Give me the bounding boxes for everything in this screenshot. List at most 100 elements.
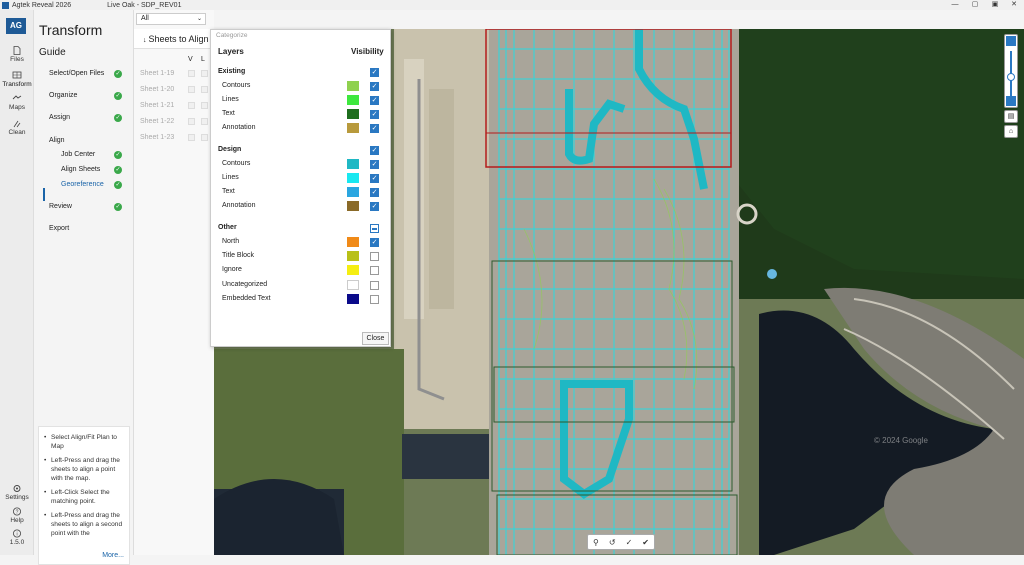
layer-label: Annotation <box>222 202 256 209</box>
rail-item-transform[interactable]: Transform <box>0 71 34 88</box>
color-swatch[interactable] <box>347 237 359 247</box>
sheet-name: Sheet 1-20 <box>140 86 175 93</box>
color-swatch[interactable] <box>347 159 359 169</box>
pin-icon[interactable]: ⚲ <box>593 538 599 547</box>
page-title: Transform <box>39 22 103 38</box>
list-icon[interactable] <box>1006 96 1016 106</box>
rail-item-settings[interactable]: Settings <box>0 484 34 501</box>
lock-checkbox[interactable] <box>201 134 208 141</box>
rail-item-files[interactable]: Files <box>0 46 34 63</box>
home-icon[interactable]: ⌂ <box>1004 125 1018 138</box>
rail-item-version[interactable]: i 1.5.0 <box>0 529 34 546</box>
group-design-checkbox[interactable]: ✓ <box>370 146 379 155</box>
visibility-checkbox[interactable]: ✓ <box>370 160 379 169</box>
group-other-checkbox[interactable] <box>370 224 379 233</box>
agtek-logo: AG <box>6 18 26 34</box>
color-swatch[interactable] <box>347 109 359 119</box>
maximize-button[interactable]: ▣ <box>986 0 1004 10</box>
layers-icon[interactable] <box>1006 36 1016 46</box>
step-select-open-files[interactable]: Select/Open Files <box>49 70 104 77</box>
zoom-control[interactable] <box>1004 34 1018 108</box>
layer-label: Lines <box>222 174 239 181</box>
color-swatch[interactable] <box>347 265 359 275</box>
visibility-checkbox[interactable]: ✓ <box>370 96 379 105</box>
layer-label: Title Block <box>222 252 255 259</box>
visible-checkbox[interactable] <box>188 118 195 125</box>
visible-checkbox[interactable] <box>188 102 195 109</box>
close-window-button[interactable]: ✕ <box>1005 0 1023 10</box>
color-swatch[interactable] <box>347 280 359 290</box>
confirm-all-icon[interactable]: ✔ <box>642 538 649 547</box>
step-job-center[interactable]: Job Center <box>61 151 95 158</box>
step-organize[interactable]: Organize <box>49 92 77 99</box>
rail-item-label: Transform <box>2 81 32 88</box>
restore-button[interactable]: ▢ <box>966 0 984 10</box>
lock-checkbox[interactable] <box>201 118 208 125</box>
visibility-checkbox[interactable]: ✓ <box>370 174 379 183</box>
visibility-checkbox[interactable]: ✓ <box>370 124 379 133</box>
page-icon[interactable]: ▤ <box>1004 110 1018 123</box>
sheet-row[interactable]: Sheet 1-20 <box>134 83 214 96</box>
minimize-button[interactable]: — <box>946 0 964 10</box>
step-review[interactable]: Review <box>49 203 72 210</box>
color-swatch[interactable] <box>347 123 359 133</box>
lock-checkbox[interactable] <box>201 102 208 109</box>
layers-column-header: Layers <box>218 47 244 56</box>
color-swatch[interactable] <box>347 187 359 197</box>
visibility-checkbox[interactable] <box>370 266 379 275</box>
visibility-checkbox[interactable]: ✓ <box>370 82 379 91</box>
info-icon: i <box>13 529 21 538</box>
color-swatch[interactable] <box>347 294 359 304</box>
undo-icon[interactable]: ↺ <box>609 538 616 547</box>
align-toolbar: ⚲ ↺ ✓ ✔ <box>587 534 655 550</box>
step-align-sheets[interactable]: Align Sheets <box>61 166 100 173</box>
filter-value: All <box>141 15 149 22</box>
visibility-checkbox[interactable]: ✓ <box>370 188 379 197</box>
sheet-filter-select[interactable]: All ⌄ <box>136 13 206 25</box>
color-swatch[interactable] <box>347 201 359 211</box>
sheet-row[interactable]: Sheet 1-19 <box>134 67 214 80</box>
confirm-icon[interactable]: ✓ <box>626 538 633 547</box>
nav-rail: AG Files Transform Maps Clean Settings ?… <box>0 10 34 555</box>
tip-item: • Left-Press and drag the sheets to align… <box>44 511 125 538</box>
rail-item-maps[interactable]: Maps <box>0 94 34 111</box>
color-swatch[interactable] <box>347 95 359 105</box>
layer-label: Lines <box>222 96 239 103</box>
column-locked: L <box>201 56 205 63</box>
layer-label: North <box>222 238 240 245</box>
column-visible: V <box>188 56 193 63</box>
visibility-checkbox[interactable] <box>370 281 379 290</box>
step-align[interactable]: Align <box>49 137 65 144</box>
rail-item-help[interactable]: ? Help <box>0 507 34 524</box>
guide-panel: Transform Guide Select/Open Files ✓ Orga… <box>34 10 134 565</box>
sheets-header: ↓ Sheets to Align <box>134 29 214 49</box>
categorize-dialog: Categorize Layers Visibility Existing ✓ … <box>210 29 391 347</box>
color-swatch[interactable] <box>347 173 359 183</box>
lock-checkbox[interactable] <box>201 86 208 93</box>
visibility-checkbox[interactable]: ✓ <box>370 238 379 247</box>
zoom-slider-handle[interactable] <box>1007 73 1015 81</box>
rail-item-label: Help <box>10 517 24 524</box>
sheet-row[interactable]: Sheet 1-23 <box>134 131 214 144</box>
visible-checkbox[interactable] <box>188 134 195 141</box>
lock-checkbox[interactable] <box>201 70 208 77</box>
color-swatch[interactable] <box>347 81 359 91</box>
visibility-checkbox[interactable] <box>370 295 379 304</box>
color-swatch[interactable] <box>347 251 359 261</box>
visibility-checkbox[interactable] <box>370 252 379 261</box>
sheet-row[interactable]: Sheet 1-21 <box>134 99 214 112</box>
sheet-row[interactable]: Sheet 1-22 <box>134 115 214 128</box>
visible-checkbox[interactable] <box>188 70 195 77</box>
step-export[interactable]: Export <box>49 225 69 232</box>
step-georeference[interactable]: Georeference <box>61 181 104 188</box>
visibility-checkbox[interactable]: ✓ <box>370 110 379 119</box>
visibility-checkbox[interactable]: ✓ <box>370 202 379 211</box>
visible-checkbox[interactable] <box>188 86 195 93</box>
layer-label: Text <box>222 188 235 195</box>
group-existing-checkbox[interactable]: ✓ <box>370 68 379 77</box>
rail-item-label: Clean <box>8 129 26 136</box>
step-assign[interactable]: Assign <box>49 114 70 121</box>
close-button[interactable]: Close <box>362 332 389 345</box>
more-link[interactable]: More... <box>102 552 124 559</box>
rail-item-clean[interactable]: Clean <box>0 119 34 136</box>
